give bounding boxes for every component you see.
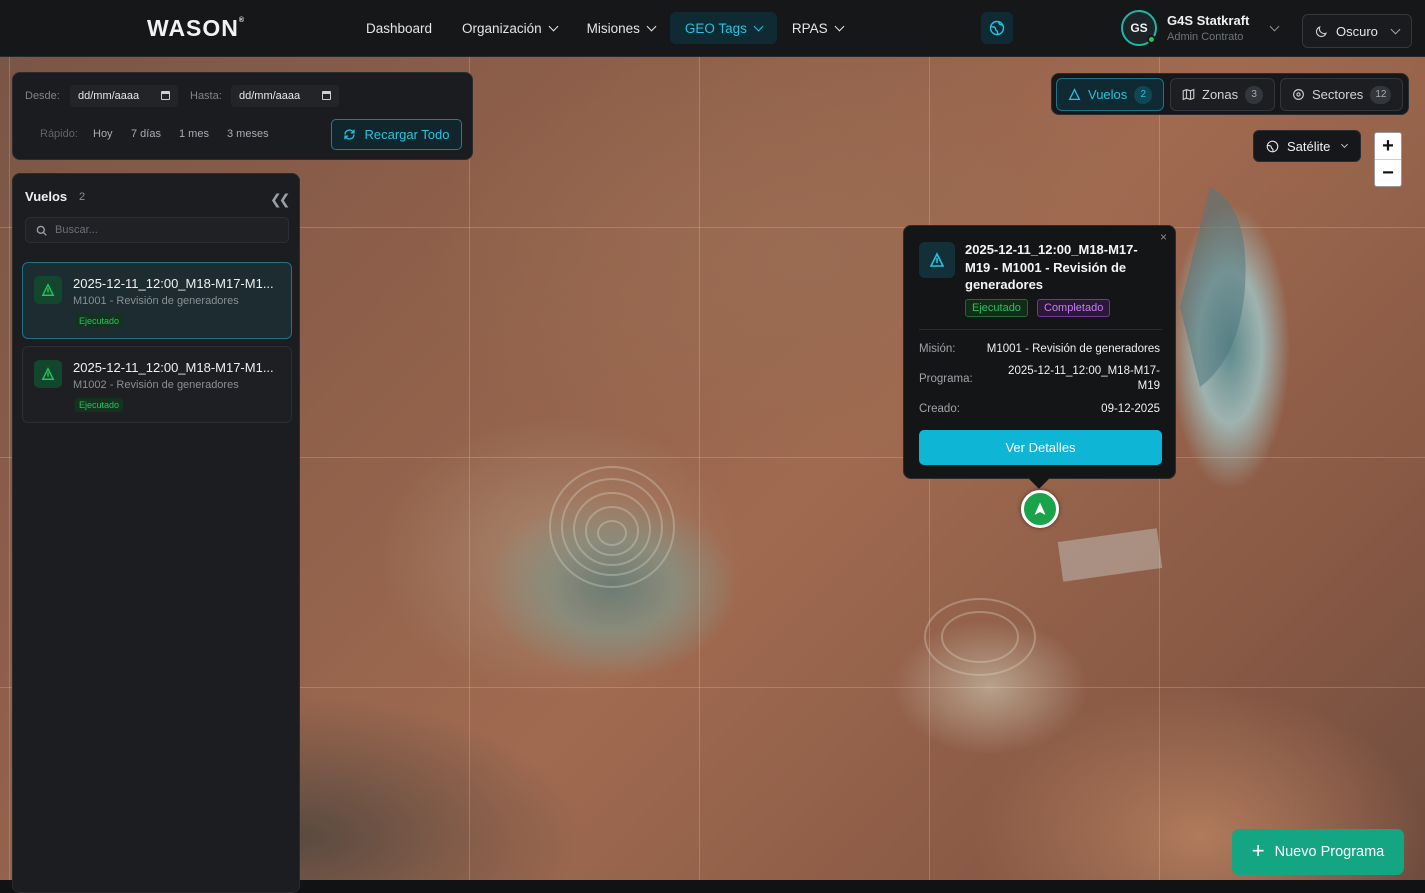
basemap-selector[interactable]: Satélite [1253, 130, 1361, 162]
tab-vuelos[interactable]: Vuelos 2 [1056, 78, 1165, 111]
quick-3-months[interactable]: 3 meses [227, 128, 269, 140]
flight-map-marker[interactable] [1021, 490, 1059, 528]
nav-rpas[interactable]: RPAS [777, 12, 858, 44]
zoom-in-button[interactable]: + [1375, 133, 1401, 160]
quick-7-days[interactable]: 7 días [131, 128, 161, 140]
online-status-dot [1147, 35, 1156, 44]
divider [919, 329, 1162, 330]
layer-tabs: Vuelos 2 Zonas 3 Sectores 12 [1051, 73, 1409, 115]
globe-icon [1266, 140, 1279, 152]
top-navbar: WASON® Dashboard Organización Misiones G… [0, 0, 1425, 57]
user-role: Admin Contrato [1167, 31, 1244, 43]
flights-list-panel: Vuelos 2 ❮❮ Buscar... 2025-12-11_12:00_M… [12, 173, 300, 893]
pin-icon [1293, 89, 1304, 100]
status-badge: Ejecutado [75, 314, 124, 328]
mission-value: M1001 - Revisión de generadores [986, 343, 1160, 355]
chevron-down-icon [1390, 24, 1401, 34]
quick-today[interactable]: Hoy [93, 128, 113, 140]
nav-organizacion[interactable]: Organización [447, 12, 572, 44]
view-details-button[interactable]: Ver Detalles [919, 430, 1162, 465]
close-icon[interactable]: × [1160, 230, 1167, 244]
zoom-out-button[interactable]: − [1375, 160, 1401, 187]
moon-icon [1315, 25, 1327, 37]
theme-toggle[interactable]: Oscuro [1302, 14, 1412, 48]
plus-icon: + [1251, 838, 1265, 863]
flight-title: 2025-12-11_12:00_M18-M17-M1... [73, 360, 274, 375]
plane-icon [1068, 88, 1081, 101]
chevron-down-icon [753, 21, 764, 31]
logo[interactable]: WASON® [147, 15, 245, 42]
nav-geo-tags[interactable]: GEO Tags [669, 12, 777, 44]
flight-subtitle: M1002 - Revisión de generadores [73, 379, 239, 391]
user-name: G4S Statkraft [1167, 13, 1250, 28]
to-label: Hasta: [190, 90, 222, 102]
panel-title: Vuelos [25, 189, 68, 204]
nav-misiones[interactable]: Misiones [572, 12, 670, 44]
globe-button[interactable] [981, 12, 1013, 44]
map-icon [1182, 88, 1195, 101]
chevron-down-icon [1341, 140, 1349, 148]
flight-card[interactable]: 2025-12-11_12:00_M18-M17-M1... M1001 - R… [22, 262, 292, 339]
tab-zonas[interactable]: Zonas 3 [1170, 78, 1276, 111]
plane-icon [919, 242, 955, 278]
flight-subtitle: M1001 - Revisión de generadores [73, 295, 239, 307]
flight-popup: 2025-12-11_12:00_M18-M17-M19 - M1001 - R… [903, 225, 1176, 479]
date-filter-panel: Desde: dd/mm/aaaa Hasta: dd/mm/aaaa Rápi… [12, 72, 473, 160]
search-icon [36, 225, 47, 236]
status-badge: Ejecutado [75, 398, 124, 412]
to-date-input[interactable]: dd/mm/aaaa [231, 85, 339, 107]
status-badge-ejecutado: Ejecutado [965, 299, 1028, 317]
globe-icon [989, 20, 1005, 36]
zoom-control: + − [1374, 132, 1402, 187]
navigation-arrow-icon [1034, 502, 1046, 515]
user-menu[interactable]: GS G4S Statkraft Admin Contrato [1121, 10, 1280, 46]
flight-card[interactable]: 2025-12-11_12:00_M18-M17-M1... M1002 - R… [22, 346, 292, 423]
plane-icon [34, 276, 62, 304]
new-program-button[interactable]: + Nuevo Programa [1232, 829, 1404, 875]
collapse-panel-icon[interactable]: ❮❮ [270, 191, 291, 208]
from-date-input[interactable]: dd/mm/aaaa [70, 85, 178, 107]
mission-label: Misión: [919, 343, 956, 355]
chevron-down-icon [834, 21, 845, 31]
main-nav: Dashboard Organización Misiones GEO Tags… [351, 12, 858, 44]
program-label: Programa: [919, 373, 973, 385]
created-value: 09-12-2025 [1101, 403, 1160, 415]
panel-count: 2 [79, 191, 86, 203]
calendar-icon [322, 91, 331, 100]
chevron-down-icon [646, 21, 657, 31]
tab-sectores[interactable]: Sectores 12 [1280, 78, 1404, 111]
quick-label: Rápido: [40, 128, 78, 140]
avatar: GS [1121, 10, 1157, 46]
from-label: Desde: [25, 90, 60, 102]
program-value: 2025-12-11_12:00_M18-M17- M19 [1008, 365, 1160, 392]
plane-icon [34, 360, 62, 388]
created-label: Creado: [919, 403, 960, 415]
refresh-icon [344, 129, 356, 140]
nav-dashboard[interactable]: Dashboard [351, 12, 447, 44]
reload-all-button[interactable]: Recargar Todo [331, 119, 462, 150]
popup-title: 2025-12-11_12:00_M18-M17-M19 - M1001 - R… [965, 242, 1138, 292]
flight-title: 2025-12-11_12:00_M18-M17-M1... [73, 276, 274, 291]
quick-1-month[interactable]: 1 mes [179, 128, 209, 140]
chevron-down-icon [548, 21, 559, 31]
search-input[interactable]: Buscar... [25, 217, 289, 243]
status-badge-completado: Completado [1037, 299, 1111, 317]
calendar-icon [161, 91, 170, 100]
chevron-down-icon [1269, 21, 1280, 31]
